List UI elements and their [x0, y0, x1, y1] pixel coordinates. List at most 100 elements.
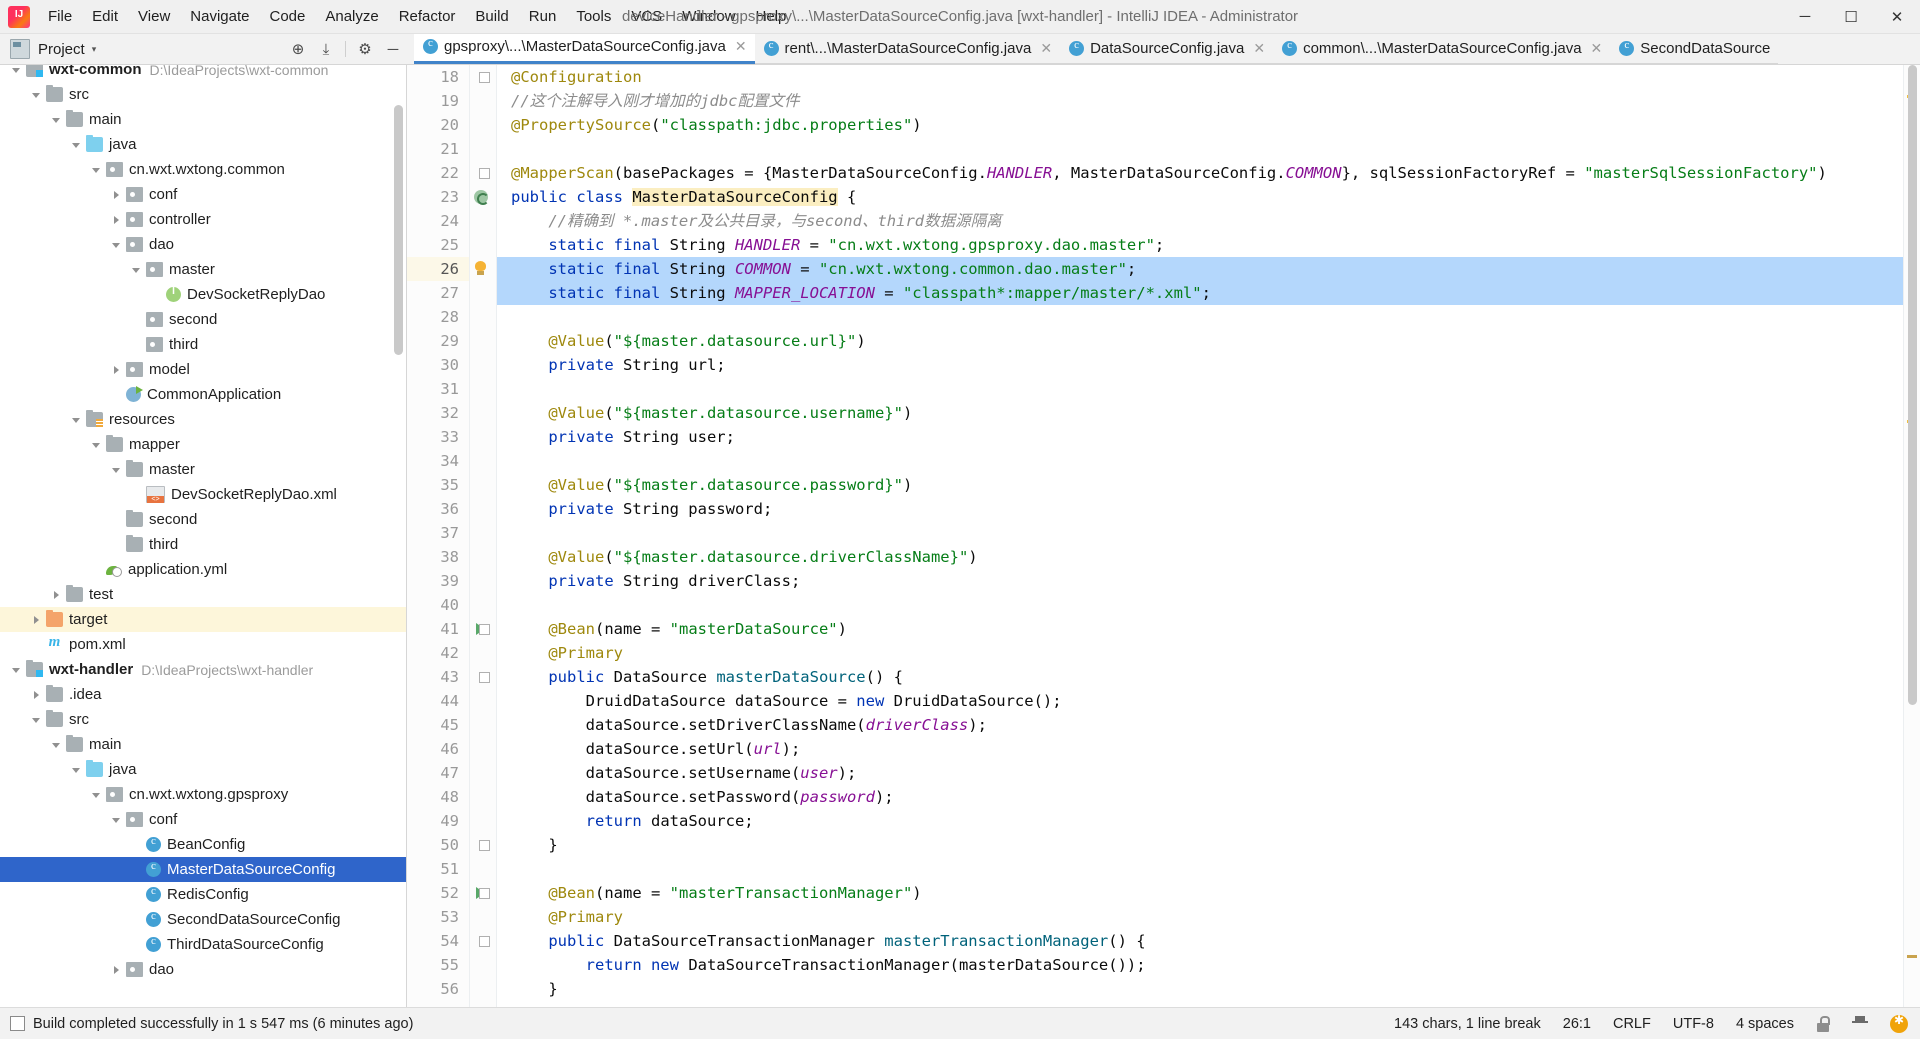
close-tab-icon[interactable]: ✕: [735, 39, 747, 53]
code-line[interactable]: private String url;: [497, 353, 1903, 377]
editor-tab-3[interactable]: common\...\MasterDataSourceConfig.java ✕: [1273, 34, 1611, 64]
code-line[interactable]: static final String MAPPER_LOCATION = "c…: [497, 281, 1903, 305]
editor-tab-0[interactable]: gpsproxy\...\MasterDataSourceConfig.java…: [414, 34, 755, 64]
menu-item-run[interactable]: Run: [519, 5, 567, 28]
code-line[interactable]: private String password;: [497, 497, 1903, 521]
code-line[interactable]: DruidDataSource dataSource = new DruidDa…: [497, 689, 1903, 713]
project-tree-scrollbar[interactable]: [394, 105, 403, 355]
code-line[interactable]: dataSource.setUsername(user);: [497, 761, 1903, 785]
code-line[interactable]: }: [497, 833, 1903, 857]
editor-marker-column[interactable]: [470, 65, 497, 1007]
code-line[interactable]: private String user;: [497, 425, 1903, 449]
code-line[interactable]: @Value("${master.datasource.url}"): [497, 329, 1903, 353]
tree-node-cn-wxt-wxtong-gpsproxy[interactable]: cn.wxt.wxtong.gpsproxy: [0, 782, 406, 807]
tree-node-conf[interactable]: conf: [0, 807, 406, 832]
line-separator[interactable]: CRLF: [1613, 1016, 1651, 1032]
code-line[interactable]: [497, 857, 1903, 881]
menu-item-vcs[interactable]: VCS: [621, 5, 672, 28]
hide-window-icon[interactable]: ─: [380, 37, 406, 61]
chevron-down-icon[interactable]: ▾: [92, 44, 97, 55]
code-line[interactable]: @Value("${master.datasource.username}"): [497, 401, 1903, 425]
intention-bulb-icon[interactable]: [474, 261, 487, 277]
menu-item-edit[interactable]: Edit: [82, 5, 128, 28]
tree-node-third[interactable]: third: [0, 332, 406, 357]
menu-item-view[interactable]: View: [128, 5, 180, 28]
tree-node-devsocketreplydao-xml[interactable]: DevSocketReplyDao.xml: [0, 482, 406, 507]
code-line[interactable]: [497, 137, 1903, 161]
menu-item-analyze[interactable]: Analyze: [315, 5, 388, 28]
tree-expand-down-icon[interactable]: [30, 713, 43, 726]
code-line[interactable]: @Bean(name = "masterTransactionManager"): [497, 881, 1903, 905]
menu-item-build[interactable]: Build: [465, 5, 518, 28]
code-fold-icon[interactable]: [479, 624, 490, 635]
close-tab-icon[interactable]: ✕: [1591, 41, 1603, 55]
tree-node-beanconfig[interactable]: BeanConfig: [0, 832, 406, 857]
code-area[interactable]: @Configuration//这个注解导入刚才增加的jdbc配置文件 @Prop…: [497, 65, 1903, 1007]
code-line[interactable]: [497, 521, 1903, 545]
project-tree[interactable]: wxt-common D:\IdeaProjects\wxt-common src m…: [0, 65, 407, 1007]
tree-expand-down-icon[interactable]: [70, 763, 83, 776]
tree-node-seconddatasourceconfig[interactable]: SecondDataSourceConfig: [0, 907, 406, 932]
menu-item-tools[interactable]: Tools: [566, 5, 621, 28]
menu-item-navigate[interactable]: Navigate: [180, 5, 259, 28]
caret-position[interactable]: 26:1: [1563, 1016, 1591, 1032]
code-line[interactable]: [497, 593, 1903, 617]
gear-icon[interactable]: ⚙: [352, 37, 378, 61]
code-line[interactable]: @Value("${master.datasource.password}"): [497, 473, 1903, 497]
code-line[interactable]: @Bean(name = "masterDataSource"): [497, 617, 1903, 641]
tree-node-second[interactable]: second: [0, 307, 406, 332]
code-line[interactable]: @Primary: [497, 905, 1903, 929]
code-line[interactable]: dataSource.setDriverClassName(driverClas…: [497, 713, 1903, 737]
tree-node-masterdatasourceconfig[interactable]: MasterDataSourceConfig: [0, 857, 406, 882]
tree-node--idea[interactable]: .idea: [0, 682, 406, 707]
tree-node-main[interactable]: main: [0, 107, 406, 132]
code-line[interactable]: public DataSource masterDataSource() {: [497, 665, 1903, 689]
code-fold-icon[interactable]: [479, 672, 490, 683]
code-fold-icon[interactable]: [479, 168, 490, 179]
close-tab-icon[interactable]: ✕: [1040, 41, 1052, 55]
tree-node-master[interactable]: master: [0, 257, 406, 282]
code-fold-icon[interactable]: [479, 888, 490, 899]
tree-expand-right-icon[interactable]: [110, 188, 123, 201]
tree-node-model[interactable]: model: [0, 357, 406, 382]
file-encoding[interactable]: UTF-8: [1673, 1016, 1714, 1032]
tree-node-third[interactable]: third: [0, 532, 406, 557]
tree-expand-down-icon[interactable]: [70, 138, 83, 151]
tree-expand-right-icon[interactable]: [50, 588, 63, 601]
tree-expand-down-icon[interactable]: [50, 738, 63, 751]
main-menu-bar[interactable]: File Edit View Navigate Code Analyze Refactor B…: [38, 5, 796, 28]
tree-expand-down-icon[interactable]: [110, 463, 123, 476]
menu-item-help[interactable]: Help: [746, 5, 797, 28]
code-line[interactable]: @PropertySource("classpath:jdbc.properti…: [497, 113, 1903, 137]
tree-node-commonapplication[interactable]: CommonApplication: [0, 382, 406, 407]
tree-node-target[interactable]: target: [0, 607, 406, 632]
code-fold-icon[interactable]: [479, 840, 490, 851]
tree-node-src[interactable]: src: [0, 82, 406, 107]
tree-expand-right-icon[interactable]: [110, 363, 123, 376]
tree-node-test[interactable]: test: [0, 582, 406, 607]
code-line[interactable]: @MapperScan(basePackages = {MasterDataSo…: [497, 161, 1903, 185]
locate-file-icon[interactable]: ⊕: [285, 37, 311, 61]
tree-node-thirddatasourceconfig[interactable]: ThirdDataSourceConfig: [0, 932, 406, 957]
error-stripe[interactable]: [1903, 65, 1920, 1007]
tree-expand-down-icon[interactable]: [90, 438, 103, 451]
lock-icon[interactable]: [1816, 1015, 1830, 1032]
maximize-button[interactable]: ☐: [1828, 0, 1874, 33]
tree-expand-down-icon[interactable]: [30, 88, 43, 101]
code-line[interactable]: dataSource.setPassword(password);: [497, 785, 1903, 809]
menu-item-code[interactable]: Code: [259, 5, 315, 28]
code-line[interactable]: //精确到 *.master及公共目录，与second、third数据源隔离: [497, 209, 1903, 233]
close-tab-icon[interactable]: ✕: [1253, 41, 1265, 55]
tree-node-src[interactable]: src: [0, 707, 406, 732]
tree-expand-down-icon[interactable]: [50, 113, 63, 126]
tree-expand-right-icon[interactable]: [110, 213, 123, 226]
tree-expand-down-icon[interactable]: [70, 413, 83, 426]
tree-node-java[interactable]: java: [0, 757, 406, 782]
code-editor[interactable]: 18 19 20 21 22 23 24 25 26 27 28 29 30 31 32 33 34 35 36 37…: [407, 65, 1920, 1007]
tree-node-conf[interactable]: conf: [0, 182, 406, 207]
tree-node-redisconfig[interactable]: RedisConfig: [0, 882, 406, 907]
code-fold-icon[interactable]: [479, 936, 490, 947]
tree-expand-down-icon[interactable]: [10, 663, 23, 676]
tree-node-dao[interactable]: dao: [0, 232, 406, 257]
editor-tab-4[interactable]: SecondDataSource: [1610, 34, 1779, 64]
